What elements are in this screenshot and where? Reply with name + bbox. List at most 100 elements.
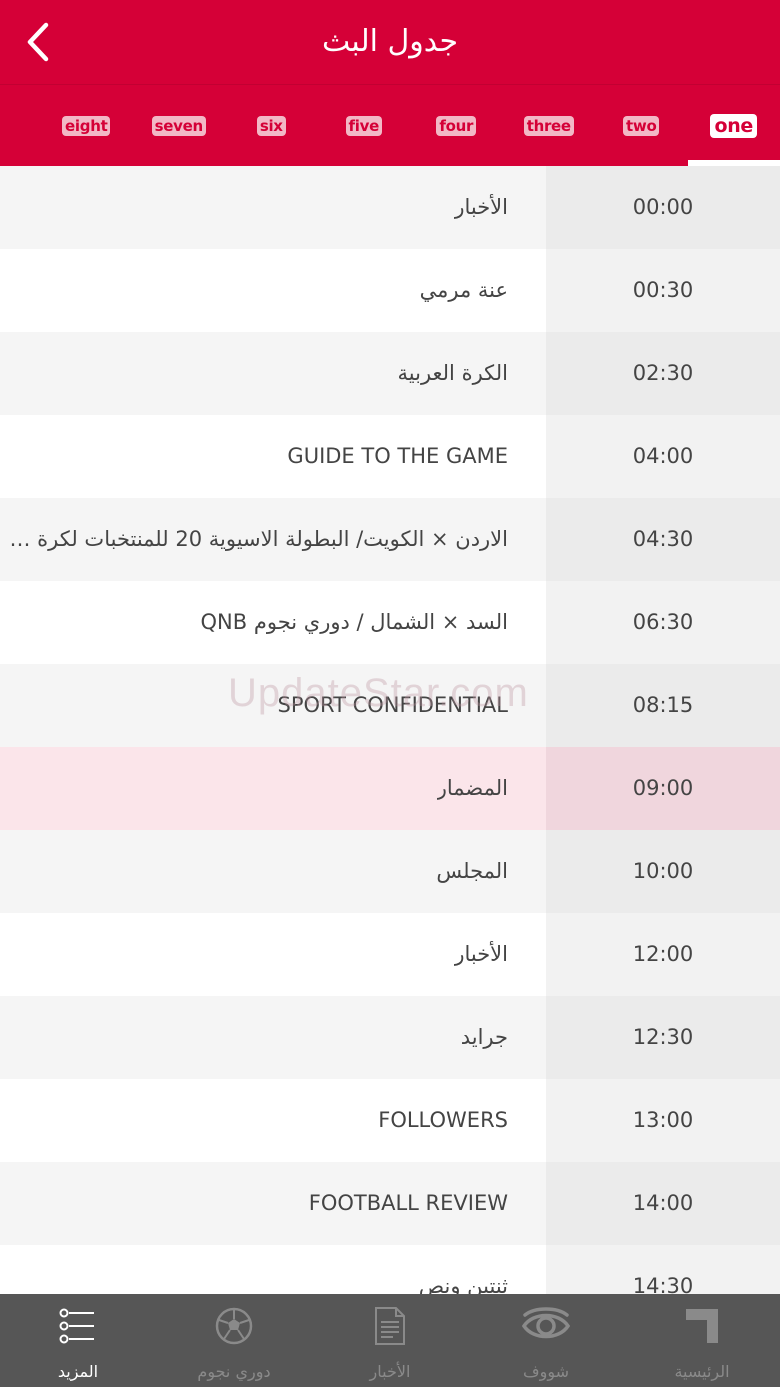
- program-time: 06:30: [632, 610, 694, 634]
- bottom-tab-bar: الرئيسية شووف الأخبار دوري نجوم المزيد: [0, 1294, 780, 1387]
- time-cell: 00:00: [546, 166, 780, 249]
- program-title: GUIDE TO THE GAME: [287, 444, 508, 468]
- home-logo-icon: [686, 1309, 718, 1343]
- channel-label: eight: [62, 116, 111, 136]
- schedule-row[interactable]: الاردن × الكويت/ البطولة الاسيوية 20 للم…: [0, 498, 780, 581]
- program-time: 04:00: [632, 444, 694, 468]
- channel-tabs: one two three four five six seven eight: [0, 84, 780, 167]
- tab-channel-six[interactable]: six: [225, 85, 318, 167]
- tab-channel-two[interactable]: two: [595, 85, 688, 167]
- program-cell: الأخبار: [0, 166, 546, 249]
- program-time: 09:00: [632, 776, 694, 800]
- tab-more[interactable]: المزيد: [0, 1294, 156, 1387]
- tab-channel-one[interactable]: one: [687, 85, 780, 167]
- tab-home-label: الرئيسية: [674, 1362, 730, 1381]
- program-time: 10:00: [632, 859, 694, 883]
- program-title: جرايد: [460, 1025, 508, 1049]
- time-cell: 04:00: [546, 415, 780, 498]
- program-title: FOOTBALL REVIEW: [308, 1191, 508, 1215]
- schedule-list[interactable]: الأخبار 00:00 عنة مرمي 00:30 الكرة العربية…: [0, 166, 780, 1294]
- tab-channel-four[interactable]: four: [410, 85, 503, 167]
- time-cell: 06:30: [546, 581, 780, 664]
- tab-channel-five[interactable]: five: [318, 85, 411, 167]
- program-title: FOLLOWERS: [378, 1108, 508, 1132]
- schedule-row[interactable]: الأخبار 12:00: [0, 913, 780, 996]
- soccer-ball-icon: [215, 1307, 253, 1345]
- program-cell: المجلس: [0, 830, 546, 913]
- tab-watch[interactable]: شووف: [468, 1294, 624, 1387]
- time-cell: 13:00: [546, 1079, 780, 1162]
- channel-label: five: [345, 116, 382, 136]
- tab-more-label: المزيد: [57, 1362, 99, 1381]
- program-time: 13:00: [632, 1108, 694, 1132]
- eye-icon: [521, 1307, 571, 1339]
- tab-news[interactable]: الأخبار: [312, 1294, 468, 1387]
- program-time: 12:30: [632, 1025, 694, 1049]
- schedule-row[interactable]: ثنتين ونص 14:30: [0, 1245, 780, 1294]
- program-time: 02:30: [632, 361, 694, 385]
- tab-watch-label: شووف: [523, 1362, 569, 1381]
- header-bar: جدول البث: [0, 0, 780, 84]
- tab-home[interactable]: الرئيسية: [624, 1294, 780, 1387]
- time-cell: 10:00: [546, 830, 780, 913]
- tab-channel-three[interactable]: three: [503, 85, 596, 167]
- time-cell: 00:30: [546, 249, 780, 332]
- schedule-row[interactable]: الأخبار 00:00: [0, 166, 780, 249]
- tab-channel-seven[interactable]: seven: [133, 85, 226, 167]
- tab-league[interactable]: دوري نجوم: [156, 1294, 312, 1387]
- program-cell: FOLLOWERS: [0, 1079, 546, 1162]
- time-cell: 14:30: [546, 1245, 780, 1294]
- channel-label: seven: [151, 116, 206, 136]
- program-time: 00:30: [632, 278, 694, 302]
- program-cell: الاردن × الكويت/ البطولة الاسيوية 20 للم…: [0, 498, 546, 581]
- schedule-row[interactable]: جرايد 12:30: [0, 996, 780, 1079]
- program-cell: SPORT CONFIDENTIAL: [0, 664, 546, 747]
- schedule-row[interactable]: الكرة العربية 02:30: [0, 332, 780, 415]
- tab-channel-eight[interactable]: eight: [40, 85, 133, 167]
- time-cell: 02:30: [546, 332, 780, 415]
- channel-label: four: [436, 116, 477, 136]
- program-time: 00:00: [632, 195, 694, 219]
- program-title: SPORT CONFIDENTIAL: [277, 693, 509, 717]
- program-title: الأخبار: [454, 195, 508, 219]
- schedule-row[interactable]: GUIDE TO THE GAME 04:00: [0, 415, 780, 498]
- channel-label: three: [523, 116, 574, 136]
- program-title: عنة مرمي: [419, 278, 508, 302]
- schedule-row[interactable]: السد × الشمال / دوري نجوم QNB 06:30: [0, 581, 780, 664]
- program-cell: GUIDE TO THE GAME: [0, 415, 546, 498]
- program-title: الكرة العربية: [397, 361, 509, 385]
- time-cell: 04:30: [546, 498, 780, 581]
- program-cell: السد × الشمال / دوري نجوم QNB: [0, 581, 546, 664]
- program-cell: FOOTBALL REVIEW: [0, 1162, 546, 1245]
- program-title: الأخبار: [454, 942, 508, 966]
- time-cell: 08:15: [546, 664, 780, 747]
- program-title: المضمار: [436, 776, 508, 800]
- program-time: 14:00: [632, 1191, 694, 1215]
- tab-league-label: دوري نجوم: [197, 1362, 271, 1381]
- time-cell: 14:00: [546, 1162, 780, 1245]
- schedule-row[interactable]: SPORT CONFIDENTIAL 08:15: [0, 664, 780, 747]
- page-title: جدول البث: [321, 24, 459, 59]
- list-settings-icon: [59, 1308, 94, 1344]
- time-cell: 09:00: [546, 747, 780, 830]
- program-time: 04:30: [632, 527, 694, 551]
- program-cell: ثنتين ونص: [0, 1245, 546, 1294]
- document-icon: [375, 1307, 405, 1345]
- program-cell: الكرة العربية: [0, 332, 546, 415]
- program-cell: المضمار: [0, 747, 546, 830]
- schedule-row[interactable]: عنة مرمي 00:30: [0, 249, 780, 332]
- schedule-row[interactable]: المجلس 10:00: [0, 830, 780, 913]
- program-cell: عنة مرمي: [0, 249, 546, 332]
- channel-label: two: [623, 116, 660, 136]
- program-cell: جرايد: [0, 996, 546, 1079]
- time-cell: 12:00: [546, 913, 780, 996]
- program-title: ثنتين ونص: [418, 1274, 508, 1294]
- program-time: 08:15: [632, 693, 694, 717]
- schedule-row[interactable]: FOOTBALL REVIEW 14:00: [0, 1162, 780, 1245]
- schedule-row-current[interactable]: المضمار 09:00: [0, 747, 780, 830]
- program-cell: الأخبار: [0, 913, 546, 996]
- schedule-row[interactable]: FOLLOWERS 13:00: [0, 1079, 780, 1162]
- channel-label: one: [710, 114, 758, 138]
- channel-label: six: [256, 116, 286, 136]
- tab-news-label: الأخبار: [369, 1362, 411, 1381]
